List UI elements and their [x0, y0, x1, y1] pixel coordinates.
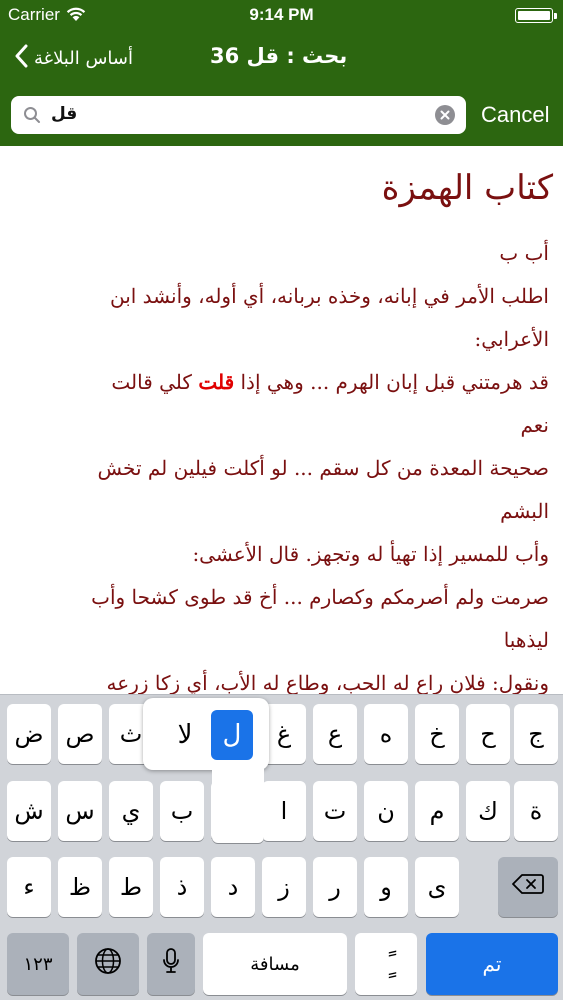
text-segment: كلي قالت: [111, 370, 199, 394]
microphone-key[interactable]: [147, 933, 195, 995]
chevron-left-icon: [14, 44, 28, 72]
clear-icon[interactable]: [435, 105, 455, 125]
key[interactable]: ج: [514, 704, 558, 764]
status-bar: Carrier 9:14 PM: [0, 0, 563, 30]
battery-icon: [515, 8, 557, 23]
selected-alternate-key[interactable]: ل: [211, 710, 253, 760]
key[interactable]: ي: [109, 781, 153, 841]
back-button[interactable]: أساس البلاغة: [14, 42, 133, 74]
search-icon: [23, 106, 41, 128]
pressed-key-stem: [212, 765, 264, 843]
numbers-key[interactable]: ١٢٣: [7, 933, 69, 995]
key[interactable]: س: [58, 781, 102, 841]
key[interactable]: ح: [466, 704, 510, 764]
text-line: وأب للمسير إذا تهيأ له وتجهز. قال الأعشى…: [192, 542, 549, 566]
key[interactable]: و: [364, 857, 408, 917]
text-line: الأعرابي:: [474, 327, 549, 351]
key[interactable]: ب: [160, 781, 204, 841]
key[interactable]: ك: [466, 781, 510, 841]
key[interactable]: ظ: [58, 857, 102, 917]
text-line: صرمت ولم أصرمكم وكصارم ... أخ قد طوى كشح…: [91, 585, 549, 609]
search-query: قل: [51, 104, 78, 124]
navigation-bar: أساس البلاغة 36 بحث : قل: [0, 30, 563, 88]
text-line: صحيحة المعدة من كل سقم ... لو أكلت فيلين…: [97, 456, 549, 480]
key[interactable]: ز: [262, 857, 306, 917]
key-alternates-popup: لا ل: [143, 698, 269, 770]
text-line: نعم: [520, 413, 549, 437]
key[interactable]: م: [415, 781, 459, 841]
key[interactable]: ء: [7, 857, 51, 917]
key[interactable]: ن: [364, 781, 408, 841]
key[interactable]: ة: [514, 781, 558, 841]
key[interactable]: ا: [262, 781, 306, 841]
cancel-button[interactable]: Cancel: [481, 102, 549, 128]
status-time: 9:14 PM: [249, 5, 314, 24]
text-line: قد هرمتني قبل إبان الهرم ... وهي إذا قلت…: [10, 370, 549, 394]
key[interactable]: ى: [415, 857, 459, 917]
globe-icon: [94, 947, 122, 981]
highlighted-match: قلت: [198, 370, 235, 394]
key[interactable]: ض: [7, 704, 51, 764]
microphone-icon: [162, 947, 180, 981]
back-label: أساس البلاغة: [34, 47, 133, 69]
globe-key[interactable]: [77, 933, 139, 995]
done-key[interactable]: تم: [426, 933, 558, 995]
page-title: 36 بحث : قل: [210, 44, 348, 68]
text-line: اطلب الأمر في إبانه، وخذه بربانه، أي أول…: [109, 284, 549, 308]
key[interactable]: ش: [7, 781, 51, 841]
diacritics-key[interactable]: ًٍ: [355, 933, 417, 995]
text-line: ونقول: فلان راع له الحب، وطاع له الأب، أ…: [106, 671, 549, 694]
alternate-key[interactable]: لا: [165, 712, 205, 758]
key[interactable]: ع: [313, 704, 357, 764]
space-key[interactable]: مسافة: [203, 933, 347, 995]
article-title: كتاب الهمزة: [381, 168, 553, 208]
delete-key[interactable]: [498, 857, 558, 917]
key[interactable]: ص: [58, 704, 102, 764]
key[interactable]: ت: [313, 781, 357, 841]
text-line: البشم: [500, 499, 549, 523]
backspace-icon: [512, 873, 544, 901]
key[interactable]: ه: [364, 704, 408, 764]
text-line: أب ب: [499, 241, 549, 265]
article-content: كتاب الهمزة أب ب اطلب الأمر في إبانه، وخ…: [0, 146, 563, 694]
key[interactable]: ر: [313, 857, 357, 917]
key[interactable]: ط: [109, 857, 153, 917]
text-segment: قد هرمتني قبل إبان الهرم ... وهي إذا: [234, 370, 549, 394]
key[interactable]: د: [211, 857, 255, 917]
key[interactable]: ذ: [160, 857, 204, 917]
text-line: ليذهبا: [503, 628, 549, 652]
key[interactable]: خ: [415, 704, 459, 764]
search-bar: قل Cancel: [0, 88, 563, 146]
search-input[interactable]: قل: [11, 96, 466, 134]
